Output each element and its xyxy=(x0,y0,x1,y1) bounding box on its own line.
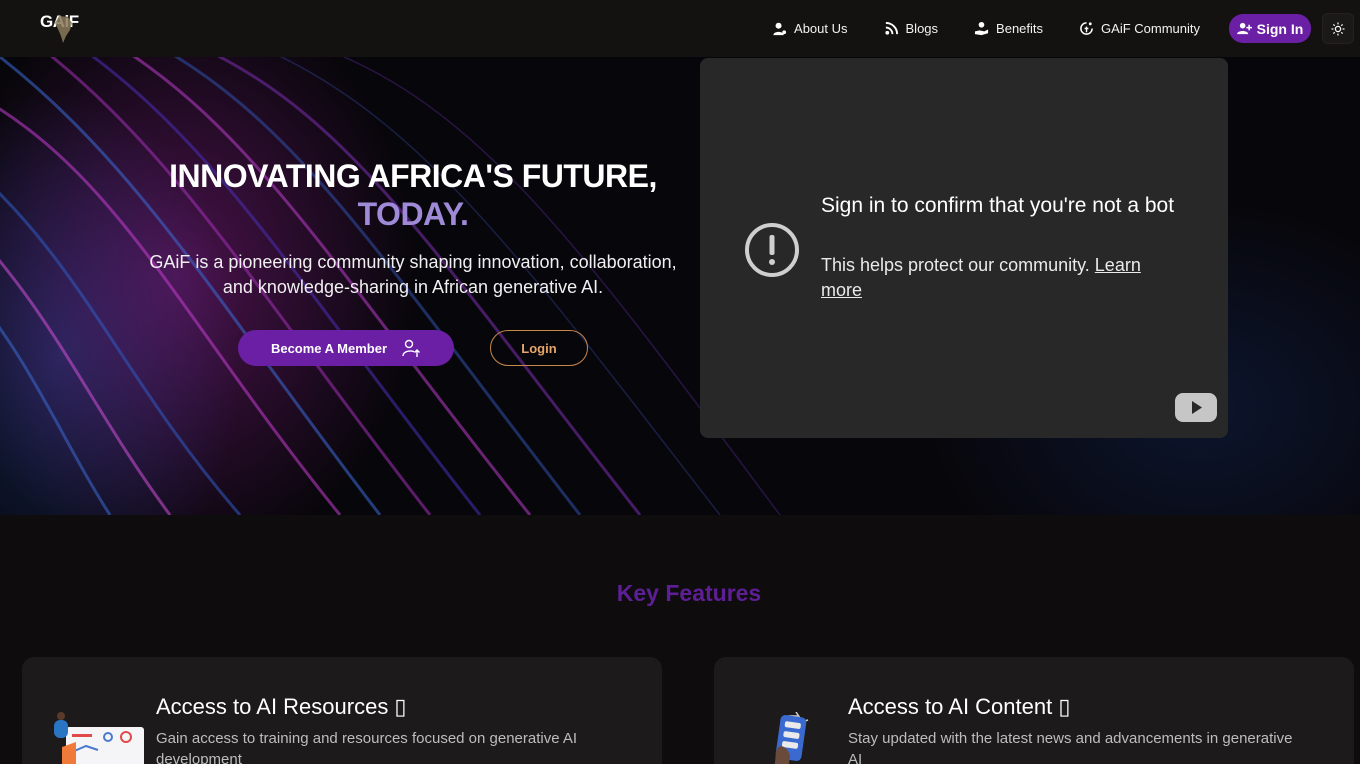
become-member-label: Become A Member xyxy=(270,340,388,356)
alert-icon xyxy=(745,223,799,277)
ai-resources-illustration xyxy=(54,712,144,764)
nav-gaif-community-label: GAiF Community xyxy=(1101,21,1200,36)
gaif-logo[interactable]: GAiF xyxy=(40,8,80,44)
video-message-title: Sign in to confirm that you're not a bot xyxy=(821,194,1175,217)
nav-benefits[interactable]: Benefits xyxy=(974,21,1043,36)
become-member-button[interactable]: Become A Member xyxy=(238,330,454,366)
nav-links: About Us Blogs Benefits GAiF Community xyxy=(772,0,1200,57)
nav-blogs-label: Blogs xyxy=(905,21,939,36)
sign-in-label: Sign In xyxy=(1256,20,1304,37)
nav-about-us-label: About Us xyxy=(794,21,848,36)
africa-map-icon xyxy=(55,16,72,43)
feature-card-description: Gain access to training and resources fo… xyxy=(156,730,578,764)
feature-card-ai-resources: Access to AI Resources ▯ Gain access to … xyxy=(22,657,662,764)
video-message-text: This helps protect our community. Learn … xyxy=(821,253,1181,303)
key-features-title: Key Features xyxy=(616,580,762,606)
user-icon xyxy=(773,22,787,36)
ai-content-illustration xyxy=(774,712,809,764)
nav-blogs[interactable]: Blogs xyxy=(884,21,939,36)
sign-in-button[interactable]: Sign In xyxy=(1229,14,1311,43)
hero-title-line2: TODAY. xyxy=(357,196,469,232)
hero-title-line1: INNOVATING AFRICA'S FUTURE, xyxy=(169,158,657,194)
nav-about-us[interactable]: About Us xyxy=(772,21,848,36)
feature-card-title: Access to AI Resources ▯ xyxy=(156,694,407,719)
add-user-icon xyxy=(1236,22,1252,35)
feature-card-title: Access to AI Content ▯ xyxy=(848,694,1071,719)
nav-gaif-community[interactable]: GAiF Community xyxy=(1079,21,1200,36)
video-message-body: This helps protect our community. xyxy=(821,255,1090,275)
login-button[interactable]: Login xyxy=(490,330,588,366)
hero-subtitle: GAiF is a pioneering community shaping i… xyxy=(149,252,677,297)
feature-card-ai-content: Access to AI Content ▯ Stay updated with… xyxy=(714,657,1354,764)
feature-card-description: Stay updated with the latest news and ad… xyxy=(848,730,1293,764)
user-up-icon xyxy=(402,339,421,357)
rss-icon xyxy=(884,21,898,35)
top-navbar: GAiF About Us Blogs Benefits GAiF Commun… xyxy=(0,0,1360,57)
sun-icon xyxy=(1331,22,1345,35)
theme-toggle-button[interactable] xyxy=(1322,13,1354,44)
embedded-video[interactable]: Sign in to confirm that you're not a bot… xyxy=(700,58,1228,438)
hero-title: INNOVATING AFRICA'S FUTURE, TODAY. xyxy=(140,157,686,233)
youtube-icon[interactable] xyxy=(1175,393,1217,422)
hero-section: INNOVATING AFRICA'S FUTURE, TODAY. GAiF … xyxy=(0,57,1360,515)
hand-coin-icon xyxy=(974,21,989,36)
community-icon xyxy=(1080,22,1093,35)
nav-benefits-label: Benefits xyxy=(996,21,1044,36)
